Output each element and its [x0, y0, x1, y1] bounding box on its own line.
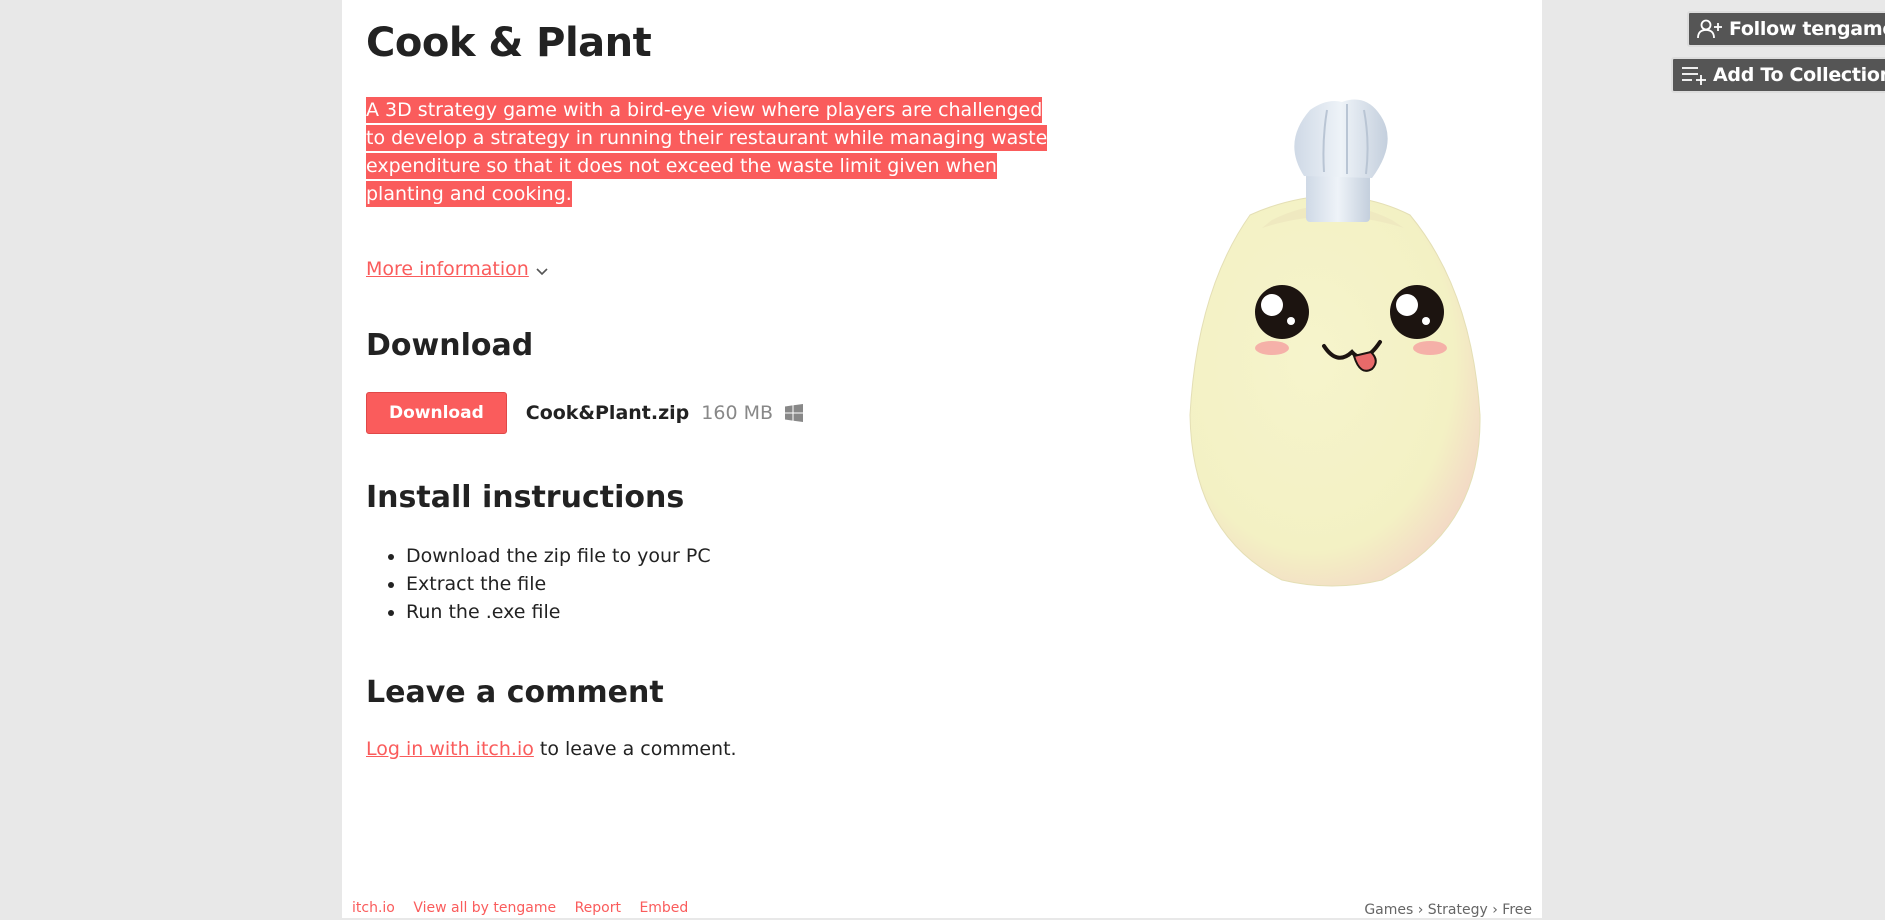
add-user-icon — [1697, 19, 1722, 39]
follow-button[interactable]: Follow tengame — [1687, 11, 1885, 47]
footer-link-itchio[interactable]: itch.io — [352, 900, 395, 916]
login-link[interactable]: Log in with itch.io — [366, 738, 534, 760]
add-to-collection-button[interactable]: Add To Collection — [1671, 57, 1885, 93]
install-steps-list: Download the zip file to your PC Extract… — [366, 542, 711, 626]
install-step: Download the zip file to your PC — [406, 542, 711, 570]
install-step: Run the .exe file — [406, 598, 711, 626]
collection-label: Add To Collection — [1713, 64, 1885, 86]
comment-heading: Leave a comment — [366, 675, 664, 710]
file-name: Cook&Plant.zip — [525, 402, 690, 424]
install-step: Extract the file — [406, 570, 711, 598]
download-button[interactable]: Download — [366, 392, 507, 434]
download-row: Download Cook&Plant.zip 160 MB — [366, 391, 803, 435]
follow-label: Follow tengame — [1729, 18, 1885, 40]
footer-link-report[interactable]: Report — [575, 900, 621, 916]
footer-breadcrumb: Games › Strategy › Free — [1364, 902, 1532, 918]
windows-icon — [785, 404, 803, 422]
file-size: 160 MB — [701, 402, 773, 424]
game-description-text: A 3D strategy game with a bird-eye view … — [366, 97, 1048, 207]
game-description: A 3D strategy game with a bird-eye view … — [366, 96, 1056, 208]
more-information-label: More information — [366, 258, 529, 280]
mascot-illustration — [1142, 80, 1542, 600]
chevron-down-icon — [535, 259, 549, 281]
game-page: Cook & Plant A 3D strategy game with a b… — [342, 0, 1542, 918]
game-title: Cook & Plant — [366, 20, 652, 66]
download-heading: Download — [366, 328, 534, 363]
footer-link-embed[interactable]: Embed — [639, 900, 688, 916]
login-suffix: to leave a comment. — [533, 738, 737, 760]
footer-link-view-all[interactable]: View all by tengame — [413, 900, 556, 916]
more-information-toggle[interactable]: More information — [366, 258, 549, 281]
comment-login-prompt: Log in with itch.io to leave a comment. — [366, 738, 737, 760]
add-to-list-icon — [1682, 67, 1706, 85]
page-footer: itch.io View all by tengame Report Embed… — [352, 900, 1532, 920]
install-heading: Install instructions — [366, 480, 685, 515]
